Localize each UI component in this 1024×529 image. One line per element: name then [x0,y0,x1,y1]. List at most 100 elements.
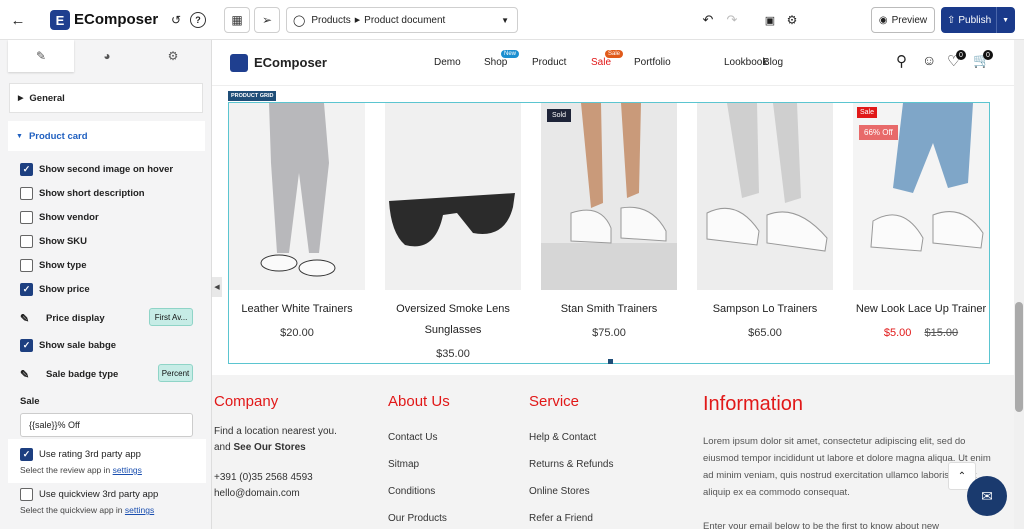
checkbox-icon[interactable] [20,186,33,200]
footer-link[interactable]: Conditions [388,486,435,497]
footer-link[interactable]: Returns & Refunds [529,459,614,470]
settings-gear-icon[interactable]: ⚙ [784,12,800,28]
option-label: Show type [39,259,87,271]
option-sku[interactable]: Show SKU [20,233,87,249]
rating-settings-link[interactable]: settings [113,465,142,475]
cart-count-badge: 0 [983,50,993,60]
option-sale-badge[interactable]: ✓ Show sale babge [20,337,116,353]
nav-blog[interactable]: Blog [763,57,783,68]
checkbox-icon[interactable] [20,234,33,248]
product-title[interactable]: Leather White Trainers [219,299,375,320]
user-icon[interactable]: ☺ [922,52,936,68]
store-logo-icon [230,54,248,72]
tab-design[interactable]: ◕ [74,40,140,72]
canvas-scrollbar[interactable] [1014,40,1024,529]
product-price: $75.00 [592,327,626,339]
nav-demo[interactable]: Demo [434,57,461,68]
breadcrumb-page: Product document [364,14,446,26]
option-quickview-app[interactable]: Use quickview 3rd party app [20,486,158,502]
nav-sale[interactable]: Sale [591,57,611,68]
footer-info-title: Information [703,393,804,415]
footer-link[interactable]: Refer a Friend [529,513,593,524]
sale-label: Sale [20,396,40,407]
footer-link[interactable]: Sitmap [388,459,419,470]
footer-link[interactable]: Our Products [388,513,447,524]
option-label: Show second image on hover [39,163,174,175]
footer-email[interactable]: hello@domain.com [214,488,300,499]
grid-resize-handle[interactable] [608,359,613,364]
product-image[interactable] [385,103,521,290]
option-second-image[interactable]: ✓ Show second image on hover [20,161,173,177]
option-price[interactable]: ✓ Show price [20,281,90,297]
footer-service-title: Service [529,393,580,410]
sale-text-input[interactable]: {{sale}}% Off [20,413,193,437]
chevron-up-icon: ⌃ [957,470,967,482]
collapse-sidebar-toggle[interactable]: ◀ [212,277,222,297]
search-icon[interactable]: ⚲ [896,52,907,70]
section-product-card[interactable]: ▼ Product card [8,121,205,151]
checkbox-checked-icon[interactable]: ✓ [20,447,33,461]
checkbox-checked-icon[interactable]: ✓ [20,282,33,296]
nav-portfolio[interactable]: Portfolio [634,57,671,68]
pointer-icon[interactable]: ➢ [254,7,280,33]
product-image[interactable] [229,103,365,290]
footer-link[interactable]: Help & Contact [529,432,596,443]
option-type[interactable]: Show type [20,257,87,273]
product-image[interactable] [541,103,677,290]
desktop-icon[interactable]: ▣ [762,12,778,28]
breadcrumb-separator-icon: ▶ [354,17,361,24]
chat-button[interactable]: ✉ [967,476,1007,516]
back-arrow-icon[interactable]: ← [8,10,28,30]
help-icon[interactable]: ? [190,12,206,28]
quickview-hint-text: Select the quickview app in [20,505,125,515]
layout-grid-icon[interactable]: ▦ [224,7,250,33]
nav-sale-badge: Sale [605,50,624,58]
checkbox-icon[interactable] [20,258,33,272]
sidebar-tabs: ✎ ◕ ⚙ [8,40,206,72]
see-our-stores-link[interactable]: See Our Stores [233,442,305,453]
sold-tag: Sold [547,109,572,122]
scrollbar-thumb[interactable] [1015,302,1023,412]
checkbox-checked-icon[interactable]: ✓ [20,162,33,176]
undo-icon[interactable]: ↶ [700,12,716,28]
product-image[interactable] [697,103,833,290]
price-display-select[interactable]: First Av... [149,308,193,326]
footer-link[interactable]: Contact Us [388,432,437,443]
quickview-settings-link[interactable]: settings [125,505,154,515]
publish-menu-chevron-icon[interactable]: ▼ [996,7,1009,33]
checkbox-checked-icon[interactable]: ✓ [20,338,33,352]
nav-product[interactable]: Product [532,57,566,68]
option-vendor[interactable]: Show vendor [20,209,99,225]
tab-content[interactable]: ✎ [8,40,74,72]
redo-icon[interactable]: ↷ [724,12,740,28]
product-title[interactable]: New Look Lace Up Trainer [851,299,991,320]
chat-bubble-icon: ✉ [981,487,993,504]
footer-phone: +391 (0)35 2568 4593 [214,472,313,483]
nav-lookbook[interactable]: Lookbook [724,57,767,68]
checkbox-icon[interactable] [20,210,33,224]
publish-button[interactable]: ⇧ Publish ▼ [941,7,1015,33]
sale-badge-type-select[interactable]: Percent [158,364,193,382]
product-title[interactable]: Oversized Smoke Lens Sunglasses [375,299,531,341]
product-price-row: $5.00 $15.00 [853,327,989,339]
option-rating-app[interactable]: ✓ Use rating 3rd party app [20,446,141,462]
breadcrumb-section: Products [311,14,351,26]
product-title[interactable]: Sampson Lo Trainers [687,299,843,320]
eye-icon: ◉ [878,14,888,26]
caret-down-icon: ▼ [16,132,23,140]
chevron-down-icon[interactable]: ▼ [501,16,509,25]
product-grid[interactable]: Leather White Trainers $20.00 Oversized … [228,102,990,364]
product-grid-tag[interactable]: PRODUCT GRID [228,91,277,101]
checkbox-icon[interactable] [20,487,33,501]
nav-shop[interactable]: Shop [484,57,507,68]
store-logo-text: EComposer [254,55,327,70]
tab-settings[interactable]: ⚙ [140,40,206,72]
history-icon[interactable]: ↺ [168,12,184,28]
product-title[interactable]: Stan Smith Trainers [531,299,687,320]
option-label: Show vendor [39,211,99,223]
section-general[interactable]: ▶ General [9,83,203,113]
option-short-description[interactable]: Show short description [20,185,145,201]
preview-button[interactable]: ◉ Preview [871,7,935,33]
breadcrumb[interactable]: ◯ Products ▶ Product document ▼ [286,7,518,33]
footer-link[interactable]: Online Stores [529,486,590,497]
